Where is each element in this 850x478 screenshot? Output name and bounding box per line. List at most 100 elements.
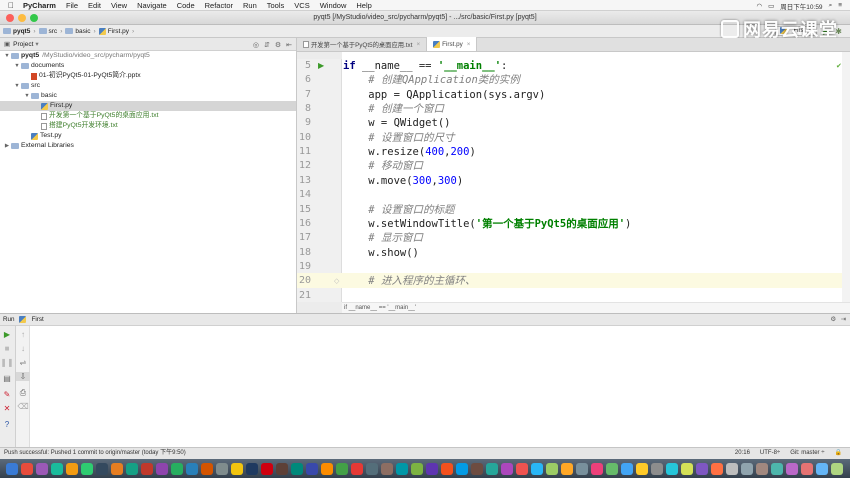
dock-app-icon[interactable] xyxy=(516,462,528,475)
dock-app-icon[interactable] xyxy=(696,462,708,475)
menu-edit[interactable]: Edit xyxy=(88,1,101,10)
fold-icon[interactable]: ◇ xyxy=(334,277,339,285)
dock-app-icon[interactable] xyxy=(471,462,483,475)
close-icon[interactable]: × xyxy=(467,41,471,48)
gear-icon[interactable]: ⚙ xyxy=(830,316,836,323)
dock-app-icon[interactable] xyxy=(771,462,783,475)
dock-app-icon[interactable] xyxy=(201,462,213,475)
dock-app-icon[interactable] xyxy=(606,462,618,475)
dock-app-icon[interactable] xyxy=(141,462,153,475)
menu-help[interactable]: Help xyxy=(356,1,371,10)
tab-first-py[interactable]: First.py × xyxy=(427,37,478,51)
project-view-select[interactable]: Project xyxy=(13,41,33,48)
gear-icon[interactable]: ⚙ xyxy=(275,41,281,49)
battery-icon[interactable]: ▭ xyxy=(768,2,774,10)
dock-app-icon[interactable] xyxy=(501,462,513,475)
dock-app-icon[interactable] xyxy=(366,462,378,475)
tree-item[interactable]: ▶ External Libraries xyxy=(0,141,296,151)
arrow-down-icon[interactable]: ↓ xyxy=(16,344,30,353)
code-line[interactable]: w.resize(400,200) xyxy=(343,145,476,159)
zoom-window-button[interactable] xyxy=(30,14,38,22)
dock-app-icon[interactable] xyxy=(816,462,828,475)
code-line[interactable]: w.move(300,300) xyxy=(343,174,463,188)
dock-app-icon[interactable] xyxy=(576,462,588,475)
layout-icon[interactable]: ▤ xyxy=(0,374,14,383)
expand-arrow-icon[interactable]: ▼ xyxy=(13,61,21,71)
tree-item[interactable]: Test.py xyxy=(0,131,296,141)
dock-app-icon[interactable] xyxy=(6,462,18,475)
rerun-icon[interactable]: ▶ xyxy=(0,330,14,339)
tree-item[interactable]: 搭建PyQt5开发环境.txt xyxy=(0,121,296,131)
code-line[interactable]: # 创建一个窗口 xyxy=(343,102,444,116)
collapse-icon[interactable]: ⇵ xyxy=(264,41,270,49)
trash-icon[interactable]: ⌫ xyxy=(16,402,30,411)
dock-app-icon[interactable] xyxy=(171,462,183,475)
pin-icon[interactable]: ✎ xyxy=(0,390,14,399)
menu-window[interactable]: Window xyxy=(320,1,347,10)
menu-vcs[interactable]: VCS xyxy=(294,1,309,10)
menubar-clock[interactable]: 周日下午10:59 xyxy=(780,1,822,11)
code-line[interactable]: w.setWindowTitle('第一个基于PyQt5的桌面应用') xyxy=(343,217,631,231)
git-branch[interactable]: Git: master ÷ xyxy=(790,448,824,459)
menu-code[interactable]: Code xyxy=(177,1,195,10)
close-icon[interactable]: ✕ xyxy=(0,404,14,413)
search-icon[interactable]: ⌕ xyxy=(829,2,833,10)
dock-app-icon[interactable] xyxy=(636,462,648,475)
tree-item[interactable]: 开发第一个基于PyQt5的桌面应用.txt xyxy=(0,111,296,121)
dock-app-icon[interactable] xyxy=(561,462,573,475)
code-line[interactable]: app = QApplication(sys.argv) xyxy=(343,88,545,102)
stop-icon[interactable]: ■ xyxy=(0,344,14,353)
code-line[interactable]: # 移动窗口 xyxy=(343,159,423,173)
print-icon[interactable]: ⎙ xyxy=(16,388,30,398)
apple-icon[interactable]:  xyxy=(8,1,14,10)
dock-app-icon[interactable] xyxy=(486,462,498,475)
dock-app-icon[interactable] xyxy=(276,462,288,475)
help-icon[interactable]: ? xyxy=(0,420,14,429)
dock-app-icon[interactable] xyxy=(351,462,363,475)
dock-app-icon[interactable] xyxy=(786,462,798,475)
menu-file[interactable]: File xyxy=(66,1,78,10)
code-line[interactable]: # 创建QApplication类的实例 xyxy=(343,73,520,87)
hide-panel-icon[interactable]: ⇥ xyxy=(841,316,846,323)
menu-view[interactable]: View xyxy=(111,1,127,10)
dock-app-icon[interactable] xyxy=(411,462,423,475)
tree-item[interactable]: ▼ src xyxy=(0,81,296,91)
tree-item[interactable]: ▼ pyqt5/MyStudio/video_src/pycharm/pyqt5 xyxy=(0,51,296,61)
editor-breadcrumb[interactable]: if __name__ == '__main__' xyxy=(342,302,850,313)
code-line[interactable]: # 设置窗口的标题 xyxy=(343,203,454,217)
dock-app-icon[interactable] xyxy=(711,462,723,475)
arrow-up-icon[interactable]: ↑ xyxy=(16,330,30,339)
dock-app-icon[interactable] xyxy=(156,462,168,475)
code-line[interactable]: w = QWidget() xyxy=(343,116,450,130)
dock-app-icon[interactable] xyxy=(336,462,348,475)
dock-app-icon[interactable] xyxy=(261,462,273,475)
code-line[interactable]: # 显示窗口 xyxy=(343,231,423,245)
code-line[interactable]: # 设置窗口的尺寸 xyxy=(343,131,454,145)
dock-app-icon[interactable] xyxy=(231,462,243,475)
expand-arrow-icon[interactable]: ▼ xyxy=(3,51,11,61)
dock-app-icon[interactable] xyxy=(81,462,93,475)
menu-run[interactable]: Run xyxy=(243,1,257,10)
expand-arrow-icon[interactable]: ▼ xyxy=(13,81,21,91)
menu-navigate[interactable]: Navigate xyxy=(137,1,167,10)
tree-item[interactable]: 01-初识PyQt5-01-PyQt5简介.pptx xyxy=(0,71,296,81)
dock-app-icon[interactable] xyxy=(591,462,603,475)
dock-app-icon[interactable] xyxy=(111,462,123,475)
dock-app-icon[interactable] xyxy=(381,462,393,475)
tree-item[interactable]: ▼ basic xyxy=(0,91,296,101)
breadcrumb-basic[interactable]: basic › xyxy=(65,28,96,35)
breadcrumb-pyqt5[interactable]: pyqt5 › xyxy=(3,28,36,35)
dock-app-icon[interactable] xyxy=(216,462,228,475)
code-line[interactable]: w.show() xyxy=(343,246,419,260)
close-icon[interactable]: × xyxy=(416,41,420,48)
dock-app-icon[interactable] xyxy=(126,462,138,475)
dock-app-icon[interactable] xyxy=(681,462,693,475)
tree-item[interactable]: ▼ documents xyxy=(0,61,296,71)
status-message[interactable]: Push successful: Pushed 1 commit to orig… xyxy=(4,450,186,456)
dock-app-icon[interactable] xyxy=(456,462,468,475)
dock-app-icon[interactable] xyxy=(96,462,108,475)
run-gutter-icon[interactable]: ▶ xyxy=(318,61,324,70)
dock-app-icon[interactable] xyxy=(621,462,633,475)
expand-arrow-icon[interactable]: ▶ xyxy=(3,141,11,151)
wifi-icon[interactable]: ◠ xyxy=(756,2,762,10)
